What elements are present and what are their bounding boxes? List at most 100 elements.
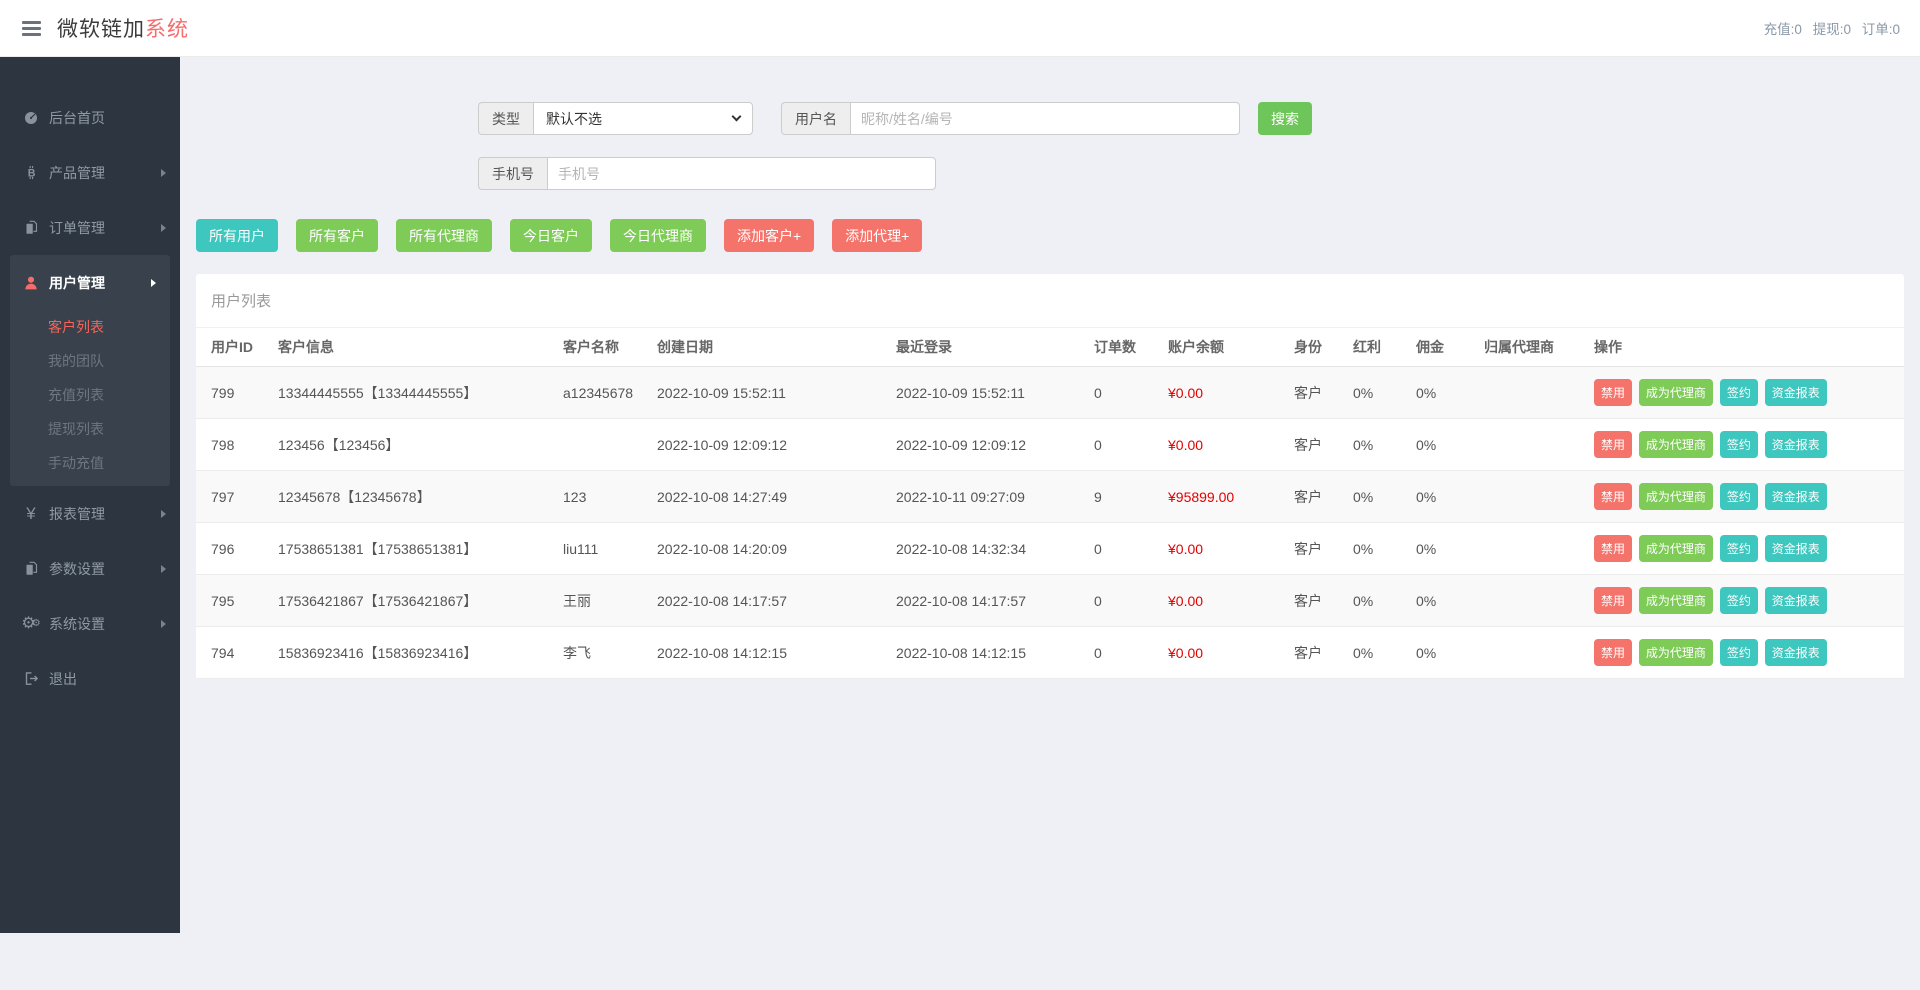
dashboard-icon [20,110,42,126]
cell-customer-info: 17538651381【17538651381】 [270,523,555,575]
sidebar-item-dashboard[interactable]: 后台首页 [0,90,180,145]
sign-button[interactable]: 签约 [1720,431,1758,458]
col-role: 身份 [1286,328,1345,367]
hamburger-icon[interactable] [22,18,41,39]
disable-button[interactable]: 禁用 [1594,431,1632,458]
cell-last-login: 2022-10-08 14:32:34 [888,523,1086,575]
col-balance: 账户余额 [1160,328,1286,367]
cell-balance: ¥0.00 [1160,523,1286,575]
cell-orders: 0 [1086,419,1160,471]
cell-commission: 0% [1408,367,1476,419]
sidebar-item-logout[interactable]: 退出 [0,651,180,706]
sidebar-subitem-customer-list[interactable]: 客户列表 [10,310,170,344]
become-agent-button[interactable]: 成为代理商 [1639,483,1713,510]
sidebar-item-label: 参数设置 [49,559,161,579]
cell-customer-info: 13344445555【13344445555】 [270,367,555,419]
sidebar-item-label: 订单管理 [49,218,161,238]
chevron-right-icon [151,279,156,287]
disable-button[interactable]: 禁用 [1594,483,1632,510]
col-user-id: 用户ID [196,328,270,367]
cell-user-id: 795 [196,575,270,627]
cell-customer-name: 123 [555,471,649,523]
become-agent-button[interactable]: 成为代理商 [1639,535,1713,562]
all-users-button[interactable]: 所有用户 [196,219,278,252]
all-customers-button[interactable]: 所有客户 [296,219,378,252]
cell-actions: 禁用 成为代理商 签约 资金报表 [1586,523,1904,575]
cell-bonus: 0% [1345,367,1408,419]
sidebar-subitem-withdraw-list[interactable]: 提现列表 [10,412,170,446]
table-row: 797 12345678【12345678】 123 2022-10-08 14… [196,471,1904,523]
sidebar-subitem-manual-recharge[interactable]: 手动充值 [10,446,170,480]
disable-button[interactable]: 禁用 [1594,639,1632,666]
cell-commission: 0% [1408,575,1476,627]
cell-balance: ¥0.00 [1160,627,1286,679]
cell-customer-name [555,419,649,471]
chevron-right-icon [161,510,166,518]
type-select[interactable]: 默认不选 [533,102,753,135]
sidebar-item-label: 用户管理 [49,273,151,293]
cell-agent [1476,575,1586,627]
fund-report-button[interactable]: 资金报表 [1765,483,1827,510]
sidebar: 后台首页 B 产品管理 订单管理 用户管理 客户列表 我的团队 充值列表 提现列… [0,57,180,933]
cell-bonus: 0% [1345,575,1408,627]
add-customer-button[interactable]: 添加客户+ [724,219,814,252]
username-input[interactable] [850,102,1240,135]
phone-input[interactable] [547,157,936,190]
sidebar-subitem-my-team[interactable]: 我的团队 [10,344,170,378]
cell-customer-info: 15836923416【15836923416】 [270,627,555,679]
search-button[interactable]: 搜索 [1258,102,1312,135]
today-agents-button[interactable]: 今日代理商 [610,219,706,252]
cell-balance: ¥95899.00 [1160,471,1286,523]
become-agent-button[interactable]: 成为代理商 [1639,431,1713,458]
disable-button[interactable]: 禁用 [1594,379,1632,406]
col-last-login: 最近登录 [888,328,1086,367]
top-header: 微软链加系统 充值:0 提现:0 订单:0 [0,0,1920,57]
cell-customer-info: 17536421867【17536421867】 [270,575,555,627]
sidebar-item-users[interactable]: 用户管理 [10,255,170,310]
become-agent-button[interactable]: 成为代理商 [1639,379,1713,406]
disable-button[interactable]: 禁用 [1594,587,1632,614]
fund-report-button[interactable]: 资金报表 [1765,587,1827,614]
fund-report-button[interactable]: 资金报表 [1765,639,1827,666]
search-filter: 类型 默认不选 用户名 搜索 手机号 [196,102,1904,190]
all-agents-button[interactable]: 所有代理商 [396,219,492,252]
cell-agent [1476,523,1586,575]
today-customers-button[interactable]: 今日客户 [510,219,592,252]
sidebar-item-reports[interactable]: ¥ 报表管理 [0,486,180,541]
col-created: 创建日期 [649,328,888,367]
fund-report-button[interactable]: 资金报表 [1765,431,1827,458]
sidebar-subitem-recharge-list[interactable]: 充值列表 [10,378,170,412]
add-agent-button[interactable]: 添加代理+ [832,219,922,252]
sign-button[interactable]: 签约 [1720,587,1758,614]
table-row: 798 123456【123456】 2022-10-09 12:09:12 2… [196,419,1904,471]
user-table: 用户ID 客户信息 客户名称 创建日期 最近登录 订单数 账户余额 身份 红利 … [196,328,1904,679]
cell-agent [1476,367,1586,419]
fund-report-button[interactable]: 资金报表 [1765,379,1827,406]
sidebar-item-orders[interactable]: 订单管理 [0,200,180,255]
sign-button[interactable]: 签约 [1720,483,1758,510]
cell-customer-name: 王丽 [555,575,649,627]
cell-orders: 0 [1086,627,1160,679]
become-agent-button[interactable]: 成为代理商 [1639,587,1713,614]
disable-button[interactable]: 禁用 [1594,535,1632,562]
cell-customer-name: 李飞 [555,627,649,679]
sidebar-item-system-settings[interactable]: ⚙⚙ 系统设置 [0,596,180,651]
cell-user-id: 794 [196,627,270,679]
sign-button[interactable]: 签约 [1720,639,1758,666]
files-icon [20,561,42,576]
sign-button[interactable]: 签约 [1720,535,1758,562]
become-agent-button[interactable]: 成为代理商 [1639,639,1713,666]
fund-report-button[interactable]: 资金报表 [1765,535,1827,562]
sidebar-group-users: 用户管理 客户列表 我的团队 充值列表 提现列表 手动充值 [10,255,170,486]
cell-created: 2022-10-09 15:52:11 [649,367,888,419]
sidebar-item-label: 系统设置 [49,614,161,634]
cell-last-login: 2022-10-09 12:09:12 [888,419,1086,471]
sign-button[interactable]: 签约 [1720,379,1758,406]
type-label: 类型 [478,102,533,135]
cell-agent [1476,471,1586,523]
sidebar-item-products[interactable]: B 产品管理 [0,145,180,200]
sidebar-item-parameters[interactable]: 参数设置 [0,541,180,596]
toolbar: 所有用户 所有客户 所有代理商 今日客户 今日代理商 添加客户+ 添加代理+ [196,219,1904,252]
sidebar-item-label: 后台首页 [49,108,166,128]
col-commission: 佣金 [1408,328,1476,367]
